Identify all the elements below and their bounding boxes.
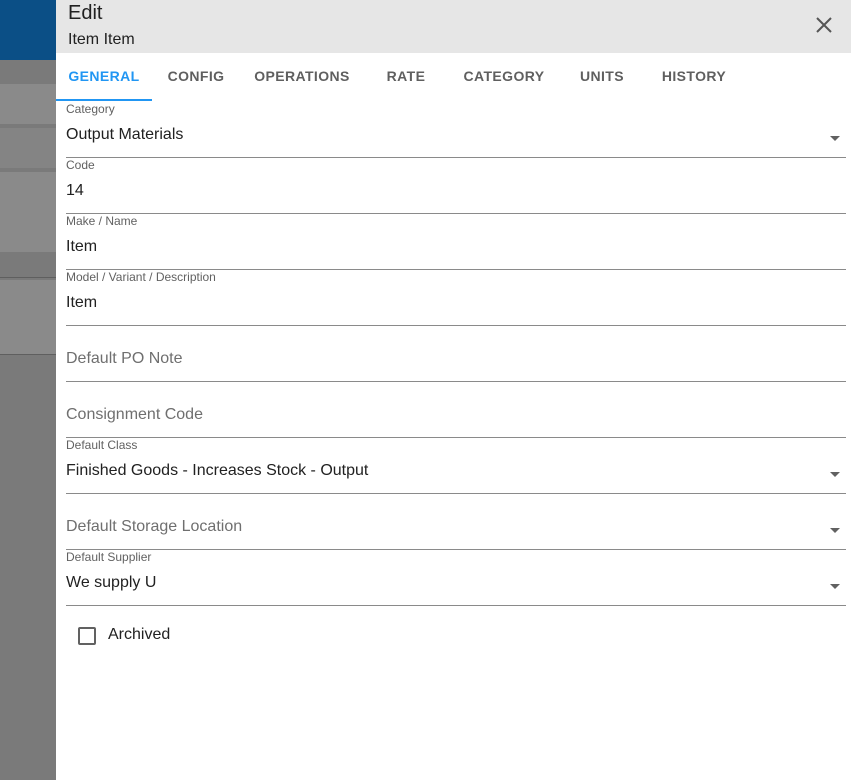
make-name-field[interactable]: Make / Name Item xyxy=(66,214,846,270)
field-underline xyxy=(66,605,846,606)
tab-units[interactable]: UNITS xyxy=(564,53,640,101)
tab-category[interactable]: CATEGORY xyxy=(454,53,554,101)
field-value: Item xyxy=(66,294,98,311)
field-label: Model / Variant / Description xyxy=(66,270,216,284)
background-app-bar xyxy=(0,0,56,60)
archived-label[interactable]: Archived xyxy=(108,626,170,644)
background-row xyxy=(0,172,56,252)
background-divider xyxy=(0,277,56,278)
model-description-field[interactable]: Model / Variant / Description Item xyxy=(66,270,846,326)
close-button[interactable] xyxy=(813,14,835,36)
background-row xyxy=(0,280,56,354)
field-placeholder: Default Storage Location xyxy=(66,518,243,535)
default-class-select[interactable]: Default Class Finished Goods - Increases… xyxy=(66,438,846,494)
field-label: Default Class xyxy=(66,438,138,452)
background-app xyxy=(0,0,56,780)
archived-checkbox[interactable] xyxy=(78,627,96,645)
tab-config[interactable]: CONFIG xyxy=(152,53,240,101)
consignment-code-field[interactable]: Consignment Code xyxy=(66,382,846,438)
background-divider xyxy=(0,354,56,355)
field-value: Output Materials xyxy=(66,126,184,143)
po-note-field[interactable]: Default PO Note xyxy=(66,326,846,382)
chevron-down-icon xyxy=(830,136,840,141)
field-placeholder: Consignment Code xyxy=(66,406,203,423)
field-placeholder: Default PO Note xyxy=(66,350,183,367)
tab-bar: GENERAL CONFIG OPERATIONS RATE CATEGORY … xyxy=(56,53,851,101)
field-value: Finished Goods - Increases Stock - Outpu… xyxy=(66,462,369,479)
edit-dialog: Edit Item Item GENERAL CONFIG OPERATIONS… xyxy=(56,0,851,780)
chevron-down-icon xyxy=(830,528,840,533)
category-select[interactable]: Category Output Materials xyxy=(66,102,846,158)
default-supplier-select[interactable]: Default Supplier We supply U xyxy=(66,550,846,606)
tab-rate[interactable]: RATE xyxy=(370,53,442,101)
background-row xyxy=(0,128,56,168)
dialog-subtitle: Item Item xyxy=(68,31,135,48)
field-value: We supply U xyxy=(66,574,157,591)
chevron-down-icon xyxy=(830,584,840,589)
field-value: Item xyxy=(66,238,98,255)
background-row xyxy=(0,84,56,124)
field-label: Make / Name xyxy=(66,214,138,228)
code-field[interactable]: Code 14 xyxy=(66,158,846,214)
dialog-header: Edit Item Item xyxy=(56,0,851,53)
tab-history[interactable]: HISTORY xyxy=(650,53,738,101)
close-icon xyxy=(816,17,832,33)
tab-operations[interactable]: OPERATIONS xyxy=(244,53,360,101)
dialog-title: Edit xyxy=(68,2,103,24)
field-label: Default Supplier xyxy=(66,550,152,564)
chevron-down-icon xyxy=(830,472,840,477)
field-value: 14 xyxy=(66,182,84,199)
tab-general[interactable]: GENERAL xyxy=(56,53,152,101)
storage-location-select[interactable]: Default Storage Location xyxy=(66,494,846,550)
field-label: Category xyxy=(66,102,115,116)
field-label: Code xyxy=(66,158,95,172)
